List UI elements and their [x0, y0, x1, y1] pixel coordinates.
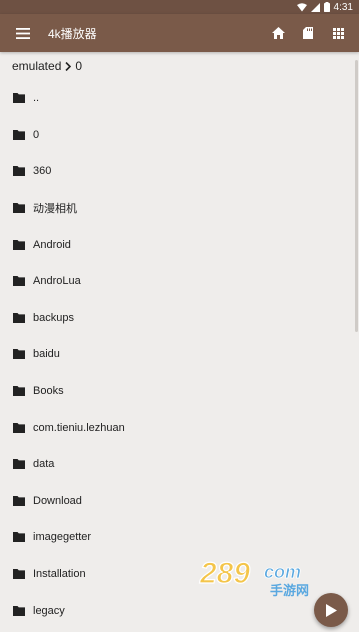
list-item[interactable]: Download	[0, 483, 359, 520]
list-item[interactable]: 360	[0, 153, 359, 190]
wifi-icon	[296, 2, 307, 11]
play-icon	[326, 603, 337, 617]
list-item[interactable]: 动漫相机	[0, 190, 359, 227]
menu-button[interactable]	[0, 14, 46, 52]
signal-icon	[310, 2, 320, 12]
list-item[interactable]: AndroLua	[0, 263, 359, 300]
folder-icon	[13, 386, 25, 397]
list-item-label: Installation	[33, 568, 86, 581]
list-item[interactable]: backups	[0, 300, 359, 337]
list-item-label: baidu	[33, 348, 60, 361]
breadcrumb: emulated 0	[12, 58, 82, 74]
list-item-label: Android	[33, 238, 71, 251]
folder-icon	[13, 569, 25, 580]
folder-icon	[13, 166, 25, 177]
grid-view-button[interactable]	[323, 14, 353, 52]
status-bar: 4:31	[0, 0, 359, 14]
folder-icon	[13, 422, 25, 433]
folder-icon	[13, 276, 25, 287]
list-item-label: Books	[33, 385, 64, 398]
folder-icon	[13, 605, 25, 616]
scrollbar[interactable]	[355, 60, 358, 332]
file-list: .. 0 360 动漫相机 Android AndroLua backups b…	[0, 80, 359, 632]
list-item[interactable]: Books	[0, 373, 359, 410]
folder-icon	[13, 93, 25, 104]
list-item[interactable]: imagegetter	[0, 519, 359, 556]
status-time: 4:31	[333, 1, 353, 13]
home-icon	[271, 27, 285, 39]
folder-icon	[13, 239, 25, 250]
list-item[interactable]: 0	[0, 117, 359, 154]
list-item-label: com.tieniu.lezhuan	[33, 421, 125, 434]
list-item-label: 动漫相机	[33, 203, 77, 216]
list-item-label: 0	[33, 128, 40, 141]
list-item-label: legacy	[33, 604, 65, 617]
list-item[interactable]: baidu	[0, 336, 359, 373]
list-item[interactable]: ..	[0, 80, 359, 117]
breadcrumb-current[interactable]: 0	[75, 59, 82, 73]
grid-icon	[332, 27, 344, 39]
list-item-label: 360	[33, 165, 52, 178]
folder-icon	[13, 532, 25, 543]
folder-icon	[13, 349, 25, 360]
list-item-label: data	[33, 458, 55, 471]
watermark-suffix: com	[264, 562, 301, 582]
list-item-label: backups	[33, 311, 74, 324]
folder-icon	[13, 203, 25, 214]
home-button[interactable]	[263, 14, 293, 52]
list-item-label: imagegetter	[33, 531, 92, 544]
watermark-brand: 289	[199, 557, 250, 590]
folder-icon	[13, 129, 25, 140]
app-bar: 4k播放器	[0, 14, 359, 52]
list-item[interactable]: data	[0, 446, 359, 483]
watermark-logo: 289 com 手游网	[198, 556, 309, 598]
folder-icon	[13, 459, 25, 470]
list-item-label: ..	[33, 92, 40, 105]
sd-card-icon	[303, 27, 313, 39]
watermark-subtitle: 手游网	[270, 583, 309, 598]
list-item[interactable]: Android	[0, 226, 359, 263]
folder-icon	[13, 495, 25, 506]
folder-icon	[13, 312, 25, 323]
play-button[interactable]	[314, 593, 348, 627]
list-item-label: AndroLua	[33, 275, 81, 288]
chevron-right-icon	[65, 61, 72, 71]
sd-card-button[interactable]	[293, 14, 323, 52]
list-item[interactable]: com.tieniu.lezhuan	[0, 409, 359, 446]
breadcrumb-root[interactable]: emulated	[12, 59, 61, 73]
hamburger-menu-icon	[16, 27, 30, 39]
battery-icon	[323, 2, 330, 12]
list-item-label: Download	[33, 494, 82, 507]
app-title: 4k播放器	[48, 26, 97, 41]
